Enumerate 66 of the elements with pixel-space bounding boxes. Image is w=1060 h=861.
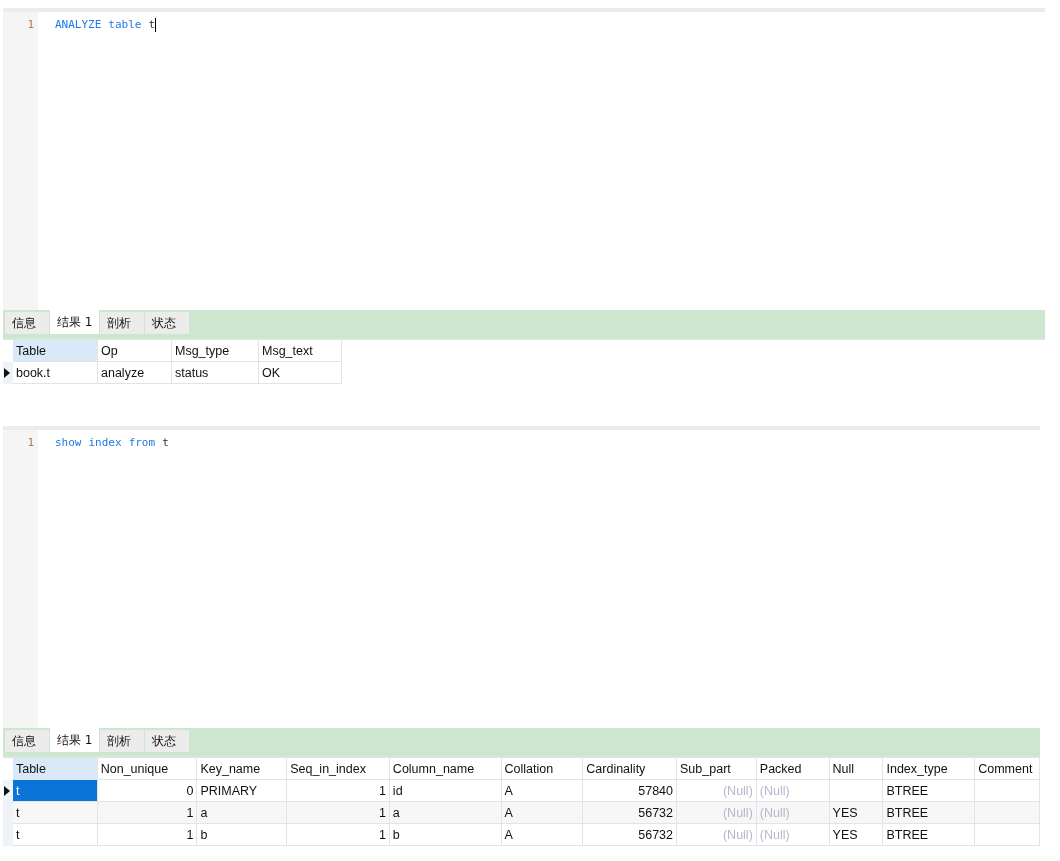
column-header[interactable]: Packed bbox=[756, 758, 830, 780]
table-cell: 1 bbox=[287, 802, 390, 824]
column-header[interactable]: Null bbox=[829, 758, 884, 780]
row-header[interactable] bbox=[3, 780, 13, 802]
table-cell: BTREE bbox=[883, 824, 976, 846]
column-header[interactable]: Index_type bbox=[883, 758, 976, 780]
column-header[interactable]: Collation bbox=[501, 758, 584, 780]
line-number: 1 bbox=[27, 18, 34, 31]
table-cell: book.t bbox=[13, 362, 98, 384]
table-cell: 1 bbox=[97, 824, 198, 846]
code-token: t bbox=[162, 436, 169, 449]
table-cell: b bbox=[389, 824, 502, 846]
column-header[interactable]: Key_name bbox=[197, 758, 288, 780]
row-header[interactable] bbox=[3, 362, 13, 384]
table-cell: 1 bbox=[97, 802, 198, 824]
table-cell bbox=[975, 802, 1040, 824]
table-cell: BTREE bbox=[883, 802, 976, 824]
column-header[interactable]: Msg_type bbox=[172, 340, 259, 362]
table-cell: status bbox=[172, 362, 259, 384]
code-token: t bbox=[148, 18, 156, 31]
column-header[interactable]: Non_unique bbox=[97, 758, 198, 780]
result-tab[interactable]: 状态 bbox=[145, 312, 190, 334]
column-header[interactable]: Table bbox=[12, 758, 98, 780]
table-cell bbox=[975, 824, 1040, 846]
table-cell: YES bbox=[829, 802, 884, 824]
table-cell: (Null) bbox=[677, 802, 757, 824]
table-cell: analyze bbox=[98, 362, 172, 384]
code-token: table bbox=[108, 18, 142, 31]
table-cell: a bbox=[197, 802, 288, 824]
result-tab[interactable]: 结果 1 bbox=[50, 310, 100, 334]
result-tab[interactable]: 剖析 bbox=[100, 730, 145, 752]
column-header[interactable]: Seq_in_index bbox=[287, 758, 390, 780]
column-header[interactable]: Table bbox=[13, 340, 98, 362]
column-header[interactable]: Op bbox=[98, 340, 172, 362]
table-cell: 56732 bbox=[583, 802, 678, 824]
sql-editor[interactable]: 1 show index from t bbox=[3, 426, 1040, 728]
result-tab[interactable]: 剖析 bbox=[100, 312, 145, 334]
result-tab[interactable]: 状态 bbox=[145, 730, 190, 752]
table-cell: 56732 bbox=[583, 824, 678, 846]
column-header[interactable]: Sub_part bbox=[677, 758, 757, 780]
table-cell: t bbox=[12, 780, 98, 802]
line-number: 1 bbox=[27, 436, 34, 449]
result-tab[interactable]: 信息 bbox=[5, 730, 49, 752]
result-tab[interactable]: 结果 1 bbox=[50, 728, 100, 752]
table-cell: (Null) bbox=[677, 824, 757, 846]
column-header[interactable]: Column_name bbox=[389, 758, 502, 780]
column-header[interactable]: Comment bbox=[975, 758, 1040, 780]
table-cell: A bbox=[501, 824, 584, 846]
table-cell: 1 bbox=[287, 824, 390, 846]
result-tab[interactable]: 信息 bbox=[5, 312, 49, 334]
table-cell: (Null) bbox=[756, 824, 830, 846]
table-cell: b bbox=[197, 824, 288, 846]
column-header[interactable]: Msg_text bbox=[259, 340, 342, 362]
code-token: ANALYZE bbox=[55, 18, 102, 31]
table-cell: t bbox=[12, 824, 98, 846]
code-token: show bbox=[55, 436, 82, 449]
table-cell: OK bbox=[259, 362, 342, 384]
column-header[interactable]: Cardinality bbox=[583, 758, 678, 780]
code-token: from bbox=[128, 436, 156, 449]
table-cell: A bbox=[501, 802, 584, 824]
table-cell: a bbox=[389, 802, 502, 824]
code-token: index bbox=[88, 436, 122, 449]
table-cell: t bbox=[12, 802, 98, 824]
table-cell: YES bbox=[829, 824, 884, 846]
sql-editor[interactable]: 1 ANALYZE table t bbox=[3, 8, 1045, 310]
table-cell: (Null) bbox=[756, 802, 830, 824]
